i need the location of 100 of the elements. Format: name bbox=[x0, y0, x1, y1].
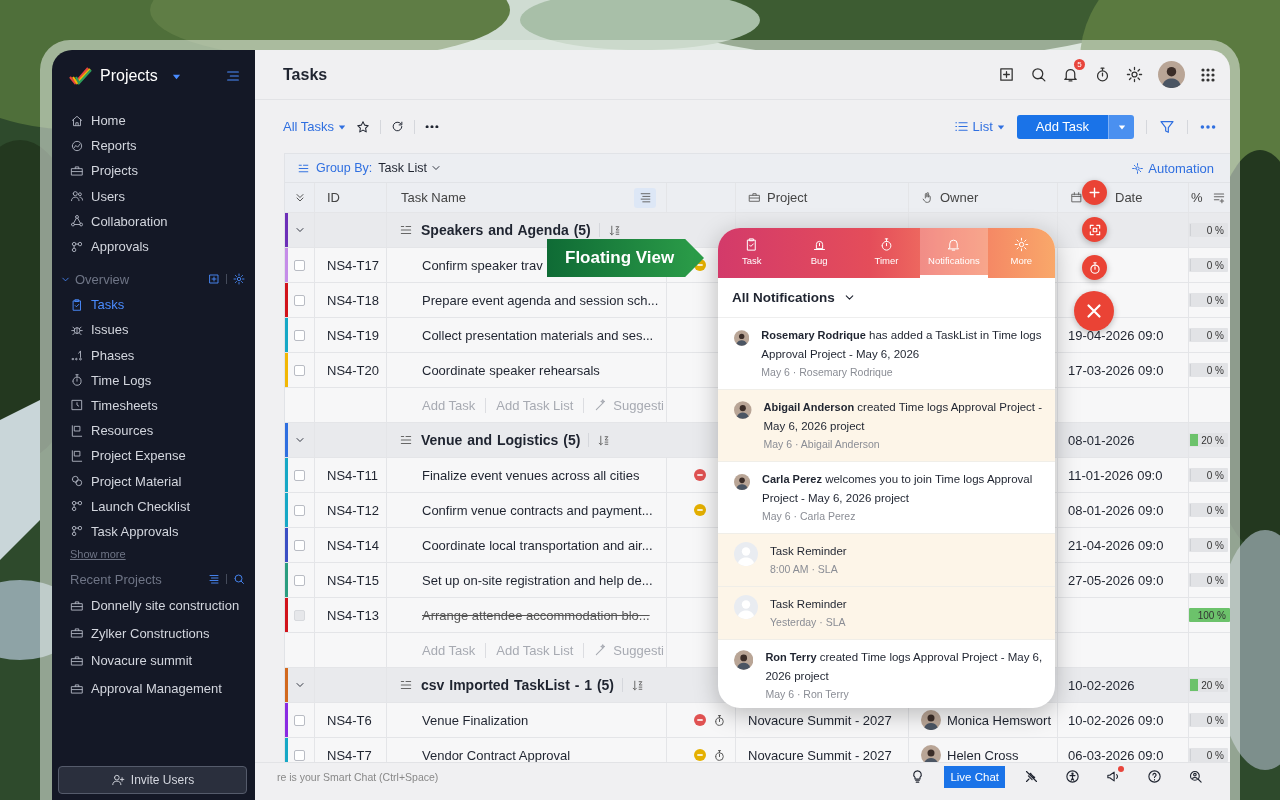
add-column-button[interactable] bbox=[1212, 190, 1226, 205]
row-checkbox[interactable] bbox=[294, 539, 305, 551]
progress-label: 0 % bbox=[1206, 714, 1225, 726]
profile-button[interactable] bbox=[1158, 61, 1185, 88]
recent-project[interactable]: Novacure summit bbox=[52, 647, 255, 675]
nav-label: Time Logs bbox=[91, 372, 152, 388]
task-name[interactable]: Coordinate speaker rehearsals bbox=[422, 362, 600, 378]
column-header[interactable]: Owner bbox=[940, 190, 979, 205]
automation-button[interactable]: Automation bbox=[1131, 160, 1214, 176]
row-checkbox[interactable] bbox=[294, 259, 305, 271]
task-name[interactable]: Prepare event agenda and session sch... bbox=[422, 292, 659, 308]
task-name[interactable]: Coordinate local transportation and air... bbox=[422, 537, 653, 553]
nav-item[interactable]: Tasks bbox=[52, 292, 255, 318]
view-dropdown[interactable]: All Tasks bbox=[283, 119, 347, 134]
nav-label: Tasks bbox=[91, 297, 125, 313]
column-header[interactable]: % bbox=[1191, 190, 1203, 205]
search-button[interactable] bbox=[1188, 769, 1203, 784]
timer-button[interactable] bbox=[1094, 66, 1111, 83]
row-checkbox[interactable] bbox=[294, 609, 305, 621]
column-settings-button[interactable] bbox=[634, 187, 656, 208]
notifications-button[interactable] bbox=[1062, 66, 1079, 83]
column-header[interactable]: Project bbox=[767, 190, 808, 205]
help-button[interactable] bbox=[1147, 769, 1162, 784]
accessibility-button[interactable] bbox=[1065, 769, 1080, 784]
nav-label: Approvals bbox=[91, 239, 149, 255]
search-button[interactable] bbox=[1030, 66, 1047, 83]
project-label: Approval Management bbox=[91, 681, 222, 697]
add-options-button[interactable] bbox=[1108, 114, 1134, 139]
live-chat-button[interactable]: Live Chat bbox=[944, 765, 1005, 788]
layout-dropdown[interactable]: List bbox=[953, 119, 1005, 134]
refresh-button[interactable] bbox=[391, 120, 405, 133]
nav-item[interactable]: Time Logs bbox=[52, 367, 255, 393]
nav-item[interactable]: Collaboration bbox=[52, 208, 255, 234]
nav-item[interactable]: Approvals bbox=[52, 233, 255, 260]
recent-project[interactable]: Donnelly site construction bbox=[52, 592, 255, 620]
task-name[interactable]: Vendor Contract Approval bbox=[422, 747, 571, 762]
notification-badge: 5 bbox=[1074, 59, 1085, 70]
briefcase-icon bbox=[70, 163, 84, 178]
board-icon bbox=[70, 448, 84, 463]
panel-tab[interactable]: Bug bbox=[785, 228, 853, 278]
invite-users-button[interactable]: Invite Users bbox=[58, 766, 247, 794]
recent-project[interactable]: Zylker Constructions bbox=[52, 619, 255, 648]
task-name[interactable]: Confirm speaker trav bbox=[422, 257, 543, 273]
row-checkbox[interactable] bbox=[294, 364, 305, 376]
favorite-button[interactable] bbox=[356, 119, 371, 134]
add-button[interactable] bbox=[998, 66, 1015, 83]
nav-item[interactable]: Resources bbox=[52, 418, 255, 444]
column-header[interactable]: Task Name bbox=[399, 190, 467, 205]
panel-tab[interactable]: Task bbox=[718, 228, 786, 278]
row-checkbox[interactable] bbox=[294, 469, 305, 481]
nav-item[interactable]: Reports bbox=[52, 133, 255, 159]
notification-item[interactable]: Abigail Anderson created Time logs Approval Project - May 6, 2026 project May 6 · Abigail Anderson bbox=[718, 390, 1055, 462]
nav-item[interactable]: Users bbox=[52, 183, 255, 209]
nodes-icon bbox=[70, 499, 84, 514]
nav-item[interactable]: Phases bbox=[52, 342, 255, 368]
more-button[interactable] bbox=[425, 124, 440, 129]
apps-button[interactable] bbox=[1200, 66, 1216, 83]
plugin-button[interactable] bbox=[1024, 769, 1039, 784]
menu-button[interactable] bbox=[225, 68, 241, 84]
row-checkbox[interactable] bbox=[294, 329, 305, 341]
filter-button[interactable] bbox=[1159, 118, 1175, 135]
notification-item[interactable]: Task Reminder 8:00 AM · SLA bbox=[718, 534, 1055, 587]
nav-item[interactable]: Task Approvals bbox=[52, 518, 255, 544]
task-name[interactable]: Collect presentation materials and ses... bbox=[422, 327, 654, 343]
gear-icon bbox=[1126, 66, 1143, 83]
group-by-label: Group By: bbox=[316, 161, 373, 175]
nav-item[interactable]: Projects bbox=[52, 158, 255, 184]
add-task-button[interactable]: Add Task bbox=[1016, 114, 1108, 139]
group-by-dropdown[interactable]: Task List bbox=[378, 161, 442, 175]
task-name[interactable]: Confirm venue contracts and payment... bbox=[422, 502, 653, 518]
nav-item[interactable]: Launch Checklist bbox=[52, 493, 255, 519]
task-name[interactable]: Venue Finalization bbox=[422, 712, 529, 728]
briefcase-icon bbox=[70, 654, 84, 668]
add-column-icon bbox=[1212, 190, 1226, 205]
task-name[interactable]: Finalize event venues across all cities bbox=[422, 467, 640, 483]
notification-item[interactable]: Ron Terry created Time logs Approval Project - May 6, 2026 project May 6 · Ron Terry bbox=[718, 640, 1055, 708]
row-checkbox[interactable] bbox=[294, 574, 305, 586]
recent-project[interactable]: Approval Management bbox=[52, 674, 255, 703]
nav-item[interactable]: Timesheets bbox=[52, 392, 255, 419]
nav-item[interactable]: Project Expense bbox=[52, 443, 255, 469]
search-icon bbox=[1188, 769, 1203, 784]
column-header[interactable]: Date bbox=[1115, 190, 1143, 205]
notification-filter[interactable]: All Notifications bbox=[718, 278, 1055, 318]
nav-item[interactable]: Project Material bbox=[52, 468, 255, 494]
announcements-button[interactable] bbox=[1106, 769, 1121, 784]
nav-item[interactable]: Issues bbox=[52, 317, 255, 343]
row-checkbox[interactable] bbox=[294, 749, 305, 761]
expand-all-button[interactable] bbox=[293, 191, 306, 204]
list-icon bbox=[399, 433, 413, 447]
settings-button[interactable] bbox=[1126, 66, 1143, 83]
notification-item[interactable]: Task Reminder Yesterday · SLA bbox=[718, 587, 1055, 640]
show-more-link[interactable]: Show more bbox=[52, 544, 126, 564]
panel-tab[interactable]: Timer bbox=[852, 228, 921, 278]
column-header[interactable]: ID bbox=[327, 190, 340, 205]
row-checkbox[interactable] bbox=[294, 504, 305, 516]
row-checkbox[interactable] bbox=[294, 294, 305, 306]
row-checkbox[interactable] bbox=[294, 714, 305, 726]
task-name[interactable]: Set up on-site registration and help de... bbox=[422, 572, 653, 588]
nav-item[interactable]: Home bbox=[52, 108, 255, 134]
task-name[interactable]: Arrange attendee accommodation blo... bbox=[422, 607, 650, 623]
